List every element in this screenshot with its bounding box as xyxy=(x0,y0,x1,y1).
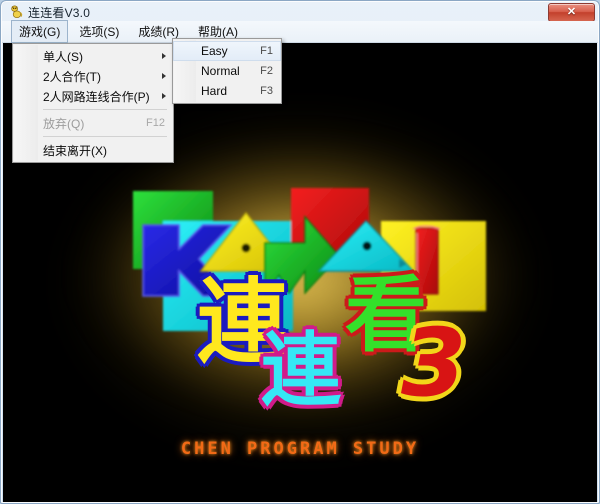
menu-item-label: 结束离开(X) xyxy=(43,143,107,158)
logo-number-3: 3 xyxy=(401,309,467,418)
menu-item-accelerator: F12 xyxy=(146,117,165,129)
game-dropdown-menu: 单人(S) 2人合作(T) 2人网路连线合作(P) 放弃(Q) F12 结束离开… xyxy=(12,43,174,163)
submenu-item-label: Normal xyxy=(201,64,240,78)
submenu-item-label: Easy xyxy=(201,44,228,58)
chevron-right-icon xyxy=(162,93,166,99)
menu-separator xyxy=(43,136,167,137)
window-title: 连连看V3.0 xyxy=(28,6,91,20)
submenu-item-accelerator: F3 xyxy=(260,85,273,97)
close-button[interactable]: ✕ xyxy=(548,3,595,22)
menu-item-two-player-coop[interactable]: 2人合作(T) xyxy=(13,66,173,86)
menu-item-single-player[interactable]: 单人(S) xyxy=(13,46,173,66)
menubar-item-game[interactable]: 游戏(G) xyxy=(11,20,69,43)
submenu-item-label: Hard xyxy=(201,84,228,98)
studio-credit-text: CHEN PROGRAM STUDY xyxy=(180,439,420,459)
menu-item-exit[interactable]: 结束离开(X) xyxy=(13,140,173,160)
menu-item-label: 2人合作(T) xyxy=(43,69,101,84)
submenu-item-easy[interactable]: Easy F1 xyxy=(173,41,281,61)
title-bar: 连连看V3.0 ✕ xyxy=(1,1,599,22)
application-window: 连连看V3.0 ✕ 游戏(G) 选项(S) 成绩(R) 帮助(A) 連 連 看 … xyxy=(0,0,600,504)
menubar-item-options[interactable]: 选项(S) xyxy=(71,20,127,43)
menu-bar: 游戏(G) 选项(S) 成绩(R) 帮助(A) xyxy=(2,20,598,43)
submenu-item-hard[interactable]: Hard F3 xyxy=(173,81,281,101)
menu-item-label: 放弃(Q) xyxy=(43,116,85,131)
close-icon: ✕ xyxy=(566,6,577,18)
submenu-item-accelerator: F2 xyxy=(260,65,273,77)
menu-separator xyxy=(43,109,167,110)
difficulty-submenu: Easy F1 Normal F2 Hard F3 xyxy=(172,38,282,104)
submenu-item-accelerator: F1 xyxy=(260,45,273,57)
menu-item-give-up: 放弃(Q) F12 xyxy=(13,113,173,133)
menu-item-label: 单人(S) xyxy=(43,49,83,64)
menu-item-label: 2人网路连线合作(P) xyxy=(43,89,150,104)
chevron-right-icon xyxy=(162,53,166,59)
game-mascot-icon xyxy=(11,5,23,19)
chevron-right-icon xyxy=(162,73,166,79)
menu-item-two-player-network[interactable]: 2人网路连线合作(P) xyxy=(13,86,173,106)
cjk-char-lian-2: 連 xyxy=(261,324,341,417)
submenu-item-normal[interactable]: Normal F2 xyxy=(173,61,281,81)
